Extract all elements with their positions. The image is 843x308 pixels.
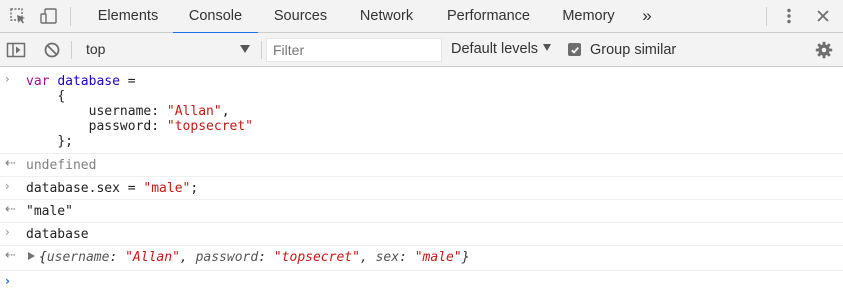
tab-sources[interactable]: Sources [258, 0, 343, 33]
object-brace-open: { [39, 250, 47, 265]
dropdown-arrow-icon [240, 45, 250, 53]
context-selector[interactable]: top [78, 33, 256, 66]
group-similar-toggle[interactable]: Group similar [568, 33, 676, 66]
console-result-entry: ⇠ "male" [0, 200, 843, 223]
input-chevron-icon: › [5, 72, 10, 86]
log-levels-label: Default levels [451, 41, 539, 57]
object-key: username [46, 250, 110, 265]
code-key: username: [88, 104, 167, 119]
expand-triangle-icon[interactable] [28, 252, 35, 260]
object-value: "male" [414, 250, 462, 265]
tab-separator [70, 7, 71, 26]
code-expression: database [26, 227, 89, 242]
object-value: "topsecret" [273, 250, 360, 265]
result-arrow-icon: ⇠ [5, 248, 16, 263]
console-result-entry: ⇠ undefined [0, 154, 843, 177]
more-tabs-button[interactable]: » [632, 0, 662, 33]
clear-console-icon[interactable] [40, 33, 64, 66]
code-expression: database.sex = [26, 181, 144, 196]
code-comma: , [221, 104, 230, 119]
code-operator: = [119, 74, 136, 89]
console-input-entry: › database.sex = "male"; [0, 177, 843, 200]
code-keyword: var [26, 74, 50, 89]
code-variable: database [57, 74, 120, 89]
kebab-menu-icon[interactable] [777, 0, 801, 32]
context-value: top [86, 41, 106, 57]
console-messages: › var database = { username: "Allan", pa… [0, 68, 843, 301]
sidebar-toggle-icon[interactable] [4, 33, 28, 66]
object-value: "Allan" [125, 250, 180, 265]
tab-memory[interactable]: Memory [547, 0, 630, 33]
object-key: sex [375, 250, 400, 265]
tab-performance[interactable]: Performance [430, 0, 547, 33]
devtools-tab-bar: Elements Console Sources Network Perform… [0, 0, 843, 34]
result-value: "male" [26, 204, 73, 219]
result-arrow-icon: ⇠ [5, 156, 16, 171]
console-input-entry: › database [0, 223, 843, 246]
log-levels-dropdown[interactable]: Default levels [451, 33, 552, 66]
code-string: "Allan" [166, 104, 222, 119]
object-preview[interactable]: {username: "Allan", password: "topsecret… [26, 250, 843, 265]
tab-console[interactable]: Console [173, 0, 258, 34]
console-toolbar: top Default levels Group similar [0, 33, 843, 67]
input-chevron-icon: › [5, 225, 10, 239]
code-brace-close: }; [57, 134, 73, 149]
settings-gear-icon[interactable] [812, 33, 836, 66]
console-input-entry: › var database = { username: "Allan", pa… [0, 68, 843, 154]
result-value: undefined [26, 158, 97, 173]
input-chevron-icon: › [5, 179, 10, 193]
result-arrow-icon: ⇠ [5, 202, 16, 217]
prompt-chevron-icon: › [5, 274, 10, 288]
object-brace-close: } [461, 250, 470, 265]
device-toolbar-icon[interactable] [37, 0, 61, 32]
close-icon[interactable] [811, 0, 835, 32]
console-prompt[interactable]: › [0, 271, 843, 301]
dropdown-arrow-icon [543, 44, 552, 51]
console-result-entry: ⇠ {username: "Allan", password: "topsecr… [0, 246, 843, 271]
tab-elements[interactable]: Elements [83, 0, 173, 33]
filter-input[interactable] [266, 38, 442, 62]
toolbar-separator [261, 41, 262, 59]
code-string: "male" [143, 181, 191, 196]
checkbox-checked-icon[interactable] [568, 43, 581, 56]
code-key: password: [88, 119, 167, 134]
group-similar-label: Group similar [590, 41, 677, 58]
inspect-element-icon[interactable] [6, 0, 30, 32]
code-string: "topsecret" [166, 119, 253, 134]
code-semicolon: ; [190, 181, 199, 196]
code-brace-open: { [57, 89, 66, 104]
tab-network[interactable]: Network [343, 0, 430, 33]
toolbar-separator [71, 41, 72, 59]
object-key: password [195, 250, 259, 265]
tab-separator [766, 7, 767, 26]
